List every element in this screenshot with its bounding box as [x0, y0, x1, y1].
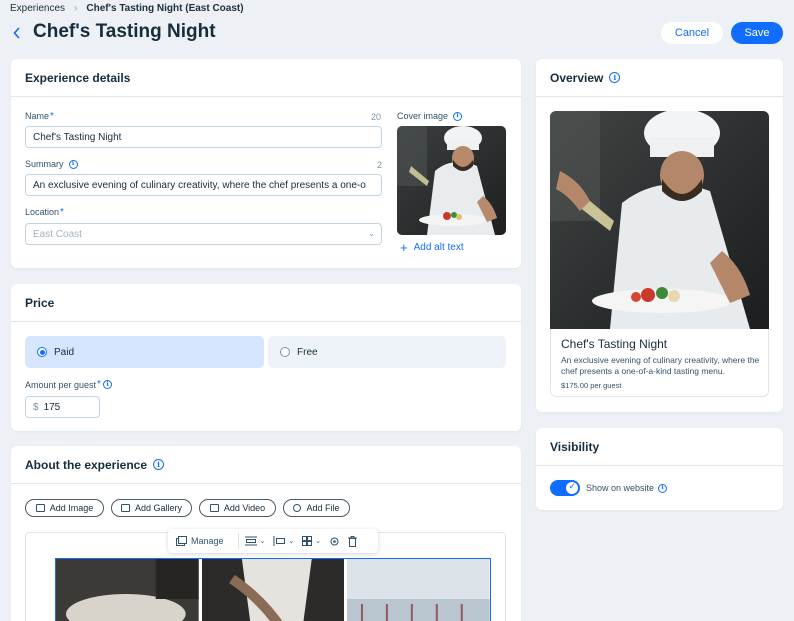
video-icon [209, 504, 219, 512]
breadcrumb: Experiences › Chef's Tasting Night (East… [10, 3, 244, 14]
align-icon [244, 536, 257, 546]
about-title: About the experience i [11, 446, 521, 484]
save-button[interactable]: Save [731, 22, 783, 44]
about-card: About the experience i Add Image Add Gal… [11, 446, 521, 621]
summary-char-counter: 2 [377, 160, 383, 170]
chevron-down-icon: ⌄ [368, 229, 375, 238]
alignment-dropdown[interactable]: ⌄ [244, 536, 266, 546]
gallery-icon [120, 504, 130, 512]
check-icon: ✓ [568, 481, 576, 491]
grid-icon [302, 536, 313, 546]
show-on-website-label: Show on website i [586, 483, 668, 493]
gallery-image[interactable] [56, 559, 199, 621]
amount-input[interactable]: $ 175 [25, 396, 100, 418]
rich-content-editor[interactable]: Manage ⌄ ⌄ ⌄ [25, 529, 506, 621]
location-dropdown[interactable]: East Coast ⌄ [25, 223, 382, 245]
amount-value: 175 [43, 401, 61, 413]
name-input[interactable]: Chef's Tasting Night [25, 126, 382, 148]
info-icon[interactable]: i [102, 380, 112, 389]
add-file-button[interactable]: Add File [283, 499, 350, 517]
radio-selected-icon [37, 347, 47, 357]
add-video-button[interactable]: Add Video [199, 499, 276, 517]
gallery-image[interactable] [347, 559, 490, 621]
overview-card-title: Chef's Tasting Night [561, 337, 668, 351]
plus-icon: + [400, 240, 408, 255]
info-icon[interactable]: i [609, 72, 621, 83]
location-label: Location* [25, 207, 64, 218]
radio-unselected-icon [280, 347, 290, 357]
amount-label: Amount per guest * i [25, 379, 112, 390]
editor-toolbar: Manage ⌄ ⌄ ⌄ [168, 529, 378, 553]
delete-button[interactable] [348, 535, 358, 547]
overview-preview-image [550, 111, 769, 329]
info-icon[interactable]: i [68, 159, 78, 169]
currency-symbol: $ [33, 401, 39, 413]
experience-details-card: Experience details Name* 20 Chef's Tasti… [11, 59, 521, 268]
breadcrumb-root-link[interactable]: Experiences [10, 3, 65, 14]
cancel-button[interactable]: Cancel [661, 22, 723, 44]
experience-details-title: Experience details [11, 59, 521, 97]
price-card: Price Paid Free Amount per guest * i $ 17… [11, 284, 521, 431]
toolbar-divider [237, 533, 239, 549]
grid-dropdown[interactable]: ⌄ [302, 536, 321, 546]
name-label: Name* [25, 111, 54, 122]
overview-card-price: $175.00 per guest [561, 381, 622, 390]
name-char-counter: 20 [371, 112, 382, 122]
gallery-block[interactable] [55, 558, 491, 621]
cover-image-label: Cover image i [397, 111, 463, 121]
visibility-title: Visibility [536, 428, 783, 466]
overview-card-summary: An exclusive evening of culinary creativ… [561, 355, 760, 376]
layout-icon [273, 536, 286, 546]
info-icon[interactable]: i [153, 459, 165, 470]
settings-button[interactable] [329, 536, 340, 547]
price-title: Price [11, 284, 521, 322]
overview-title: Overview i [536, 59, 783, 97]
chevron-right-icon: › [74, 3, 78, 14]
summary-label: Summary i [25, 159, 78, 169]
price-option-paid[interactable]: Paid [25, 336, 264, 368]
page-title: Chef's Tasting Night [33, 21, 216, 42]
image-icon [35, 504, 45, 512]
add-gallery-button[interactable]: Add Gallery [111, 499, 192, 517]
chevron-down-icon: ⌄ [259, 538, 266, 545]
summary-input[interactable]: An exclusive evening of culinary creativ… [25, 174, 382, 196]
file-icon [293, 504, 302, 512]
chevron-down-icon: ⌄ [288, 538, 295, 545]
gear-icon [330, 537, 339, 545]
manage-button[interactable]: Manage [176, 536, 224, 546]
price-option-free[interactable]: Free [268, 336, 506, 368]
location-placeholder: East Coast [33, 228, 82, 240]
cover-image[interactable] [397, 126, 506, 235]
manage-icon [176, 536, 187, 546]
info-icon[interactable]: i [453, 111, 463, 121]
visibility-card: Visibility ✓ Show on website i [536, 428, 783, 510]
info-icon[interactable]: i [658, 483, 668, 493]
back-arrow-icon[interactable] [10, 23, 24, 43]
layout-dropdown[interactable]: ⌄ [273, 536, 294, 546]
show-on-website-toggle[interactable]: ✓ [550, 480, 580, 496]
add-image-button[interactable]: Add Image [25, 499, 104, 517]
trash-icon [348, 535, 358, 547]
overview-card: Overview i Chef's Tasting Night An exclu… [536, 59, 783, 412]
chevron-down-icon: ⌄ [315, 538, 322, 545]
gallery-image[interactable] [201, 559, 345, 621]
breadcrumb-current: Chef's Tasting Night (East Coast) [86, 3, 244, 14]
add-alt-text-link[interactable]: + Add alt text [400, 241, 464, 254]
